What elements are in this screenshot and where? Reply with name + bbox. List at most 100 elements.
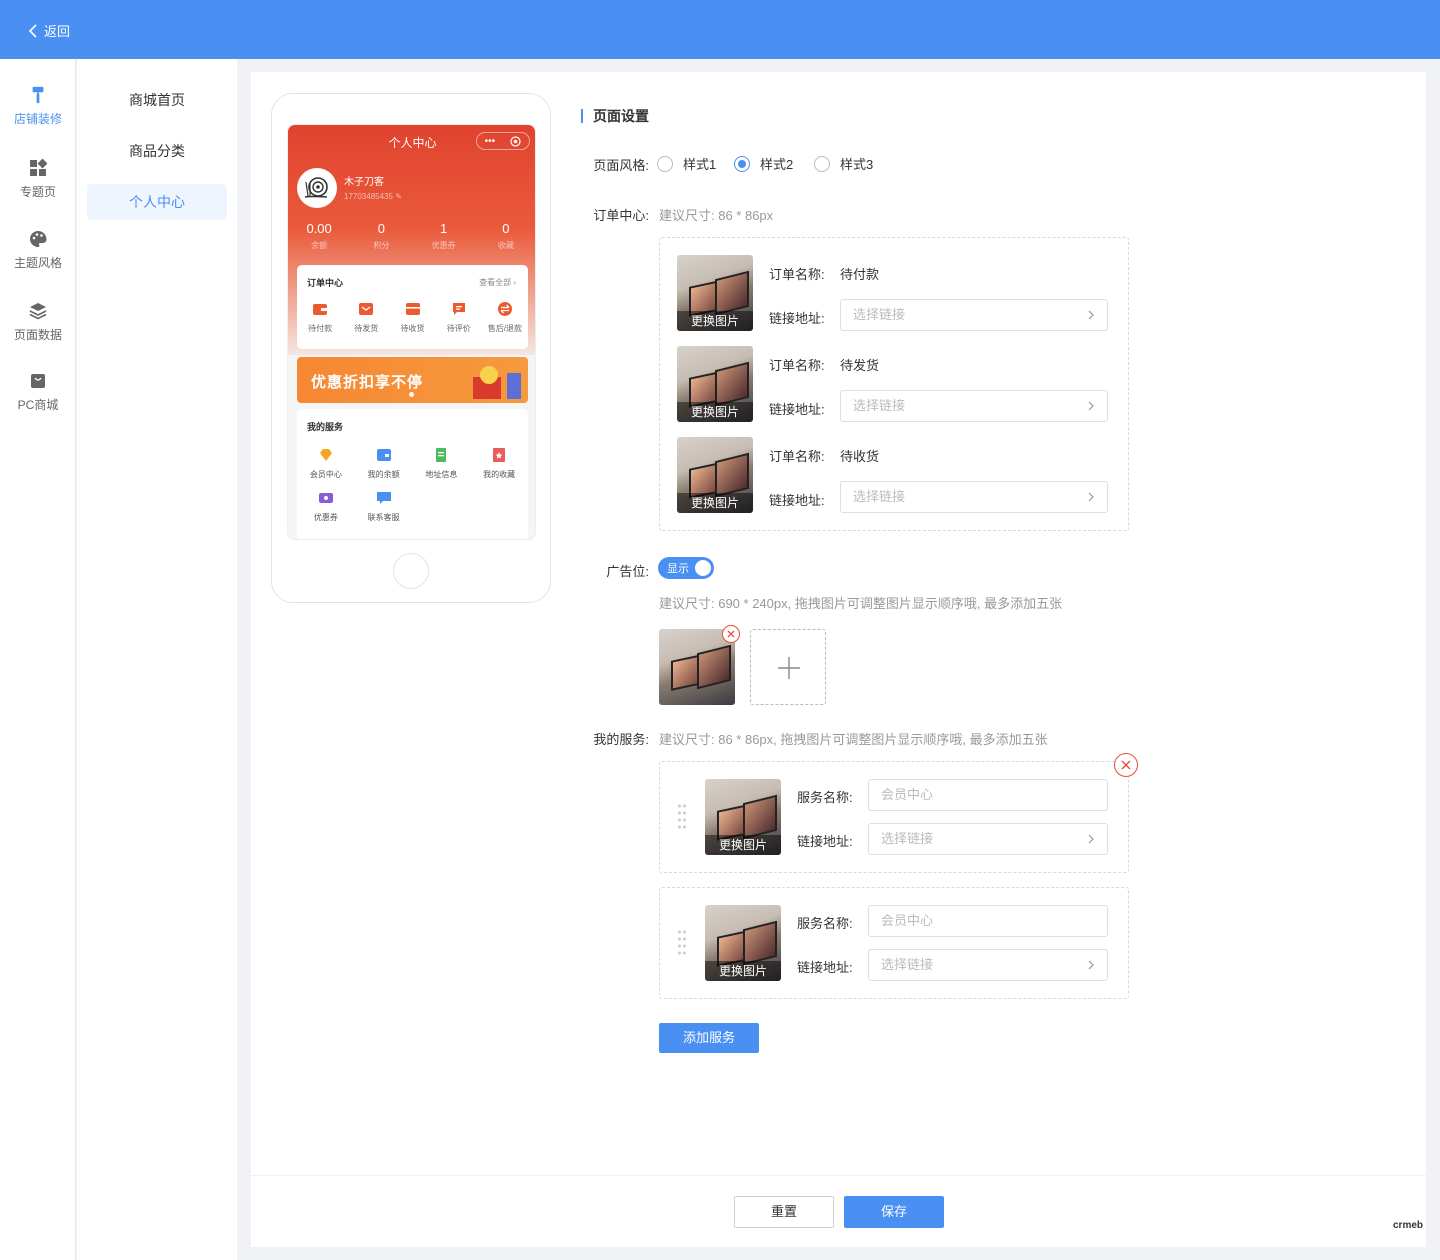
card-icon <box>376 449 391 461</box>
chat-icon <box>376 492 391 504</box>
top-bar: 返回 <box>0 0 1440 59</box>
order-center-hint: 建议尺寸: 86 * 86px <box>659 208 774 223</box>
snail-avatar-icon <box>304 177 328 198</box>
back-label: 返回 <box>44 24 71 39</box>
service-favorites: 我的收藏 <box>470 447 528 480</box>
section-title: 页面设置 <box>581 109 649 123</box>
toggle-knob <box>695 560 711 576</box>
order-image-3: 更换图片 <box>677 437 753 513</box>
order-name-value: 待付款 <box>840 267 880 282</box>
comment-icon <box>452 303 465 315</box>
subnav-item-home[interactable]: 商城首页 <box>87 82 227 118</box>
rail-item-topic[interactable]: 专题页 <box>0 159 76 200</box>
change-image-button[interactable]: 更换图片 <box>677 493 753 513</box>
order-name-value: 待收货 <box>840 449 880 464</box>
order-name-label: 订单名称: <box>769 358 825 373</box>
ad-image[interactable] <box>659 629 735 705</box>
service-address: 地址信息 <box>413 447 471 480</box>
subnav-item-category[interactable]: 商品分类 <box>87 133 227 169</box>
document-icon <box>436 448 447 462</box>
link-select-1[interactable]: 选择链接 <box>840 299 1108 331</box>
user-name: 木子刀客 <box>344 177 384 188</box>
ad-slot-label: 广告位: <box>606 564 649 579</box>
back-button[interactable]: 返回 <box>28 21 70 40</box>
stat-favorites: 0 收藏 <box>497 221 514 250</box>
user-phone: 17703485435 ✎ <box>344 192 402 201</box>
main-panel: 个人中心 ••• 木子刀客 17703485435 ✎ 0.00 余额 0 积分 1… <box>251 72 1426 1175</box>
order-name-value: 待发货 <box>840 358 880 373</box>
change-image-button[interactable]: 更换图片 <box>705 961 781 981</box>
order-name-label: 订单名称: <box>769 267 825 282</box>
service-my-balance: 我的余额 <box>355 447 413 480</box>
box-icon <box>359 303 374 315</box>
diamond-icon <box>319 449 332 461</box>
style-radio-3[interactable]: 样式3 <box>814 154 873 173</box>
order-icon-after-sale: 售后/退款 <box>482 301 528 334</box>
link-select-3[interactable]: 选择链接 <box>840 481 1108 513</box>
chevron-right-icon <box>1088 960 1094 970</box>
rail-item-store-decoration[interactable]: 店铺装修 <box>0 86 76 127</box>
style-radio-1[interactable]: 样式1 <box>657 154 716 173</box>
order-card-more: 查看全部 › <box>479 278 516 287</box>
service-name-input-1[interactable]: 会员中心 <box>868 779 1108 811</box>
ticket-icon <box>318 493 333 503</box>
style-radio-2[interactable]: 样式2 <box>734 154 793 173</box>
service-link-select-1[interactable]: 选择链接 <box>868 823 1108 855</box>
radio-circle-checked <box>734 155 750 172</box>
rail-item-theme[interactable]: 主题风格 <box>0 230 76 271</box>
ad-image-delete-button[interactable] <box>722 625 740 643</box>
service-image-1: 更换图片 <box>705 779 781 855</box>
link-label: 链接地址: <box>797 960 853 975</box>
footer-bar: 重置 保存 <box>251 1176 1426 1247</box>
phone-preview: 个人中心 ••• 木子刀客 17703485435 ✎ 0.00 余额 0 积分 1… <box>271 93 551 603</box>
add-service-button[interactable]: 添加服务 <box>659 1023 759 1053</box>
link-select-2[interactable]: 选择链接 <box>840 390 1108 422</box>
service-contact: 联系客服 <box>355 490 413 523</box>
order-icon-pending-ship: 待发货 <box>343 301 389 334</box>
my-services-label: 我的服务: <box>593 732 649 747</box>
service-image-2: 更换图片 <box>705 905 781 981</box>
left-rail: 店铺装修 专题页 主题风格 页面数据 PC商城 <box>0 59 76 1260</box>
ad-display-toggle[interactable]: 显示 <box>658 557 714 579</box>
layers-icon <box>29 303 47 320</box>
link-label: 链接地址: <box>769 311 825 326</box>
add-ad-image-button[interactable] <box>750 629 826 705</box>
order-name-label: 订单名称: <box>769 449 825 464</box>
service-card-title: 我的服务 <box>307 422 344 432</box>
ad-hint: 建议尺寸: 690 * 240px, 拖拽图片可调整图片显示顺序哦, 最多添加五… <box>659 596 1063 611</box>
service-name-input-2[interactable]: 会员中心 <box>868 905 1108 937</box>
drag-handle-icon[interactable] <box>677 803 687 831</box>
order-icon-pending-review: 待评价 <box>436 301 482 334</box>
close-icon <box>1121 760 1131 770</box>
chevron-right-icon <box>1088 310 1094 320</box>
banner-dot <box>409 392 414 397</box>
change-image-button[interactable]: 更换图片 <box>677 402 753 422</box>
service-card: 我的服务 会员中心 我的余额 地址信息 我的收藏 优惠券 联系客服 <box>297 409 528 539</box>
edit-icon: ✎ <box>395 192 402 201</box>
mini-program-capsule: ••• <box>476 132 530 150</box>
order-icons: 待付款 待发货 待收货 待评价 售后/退款 <box>297 301 528 334</box>
service-link-select-2[interactable]: 选择链接 <box>868 949 1108 981</box>
subnav-item-personal-center[interactable]: 个人中心 <box>87 184 227 220</box>
order-image-2: 更换图片 <box>677 346 753 422</box>
save-button[interactable]: 保存 <box>844 1196 944 1228</box>
chevron-right-icon: › <box>513 278 516 287</box>
link-label: 链接地址: <box>797 834 853 849</box>
palette-icon <box>30 231 47 247</box>
grid-icon <box>30 159 47 176</box>
phone-home-button <box>393 553 429 589</box>
drag-handle-icon[interactable] <box>677 929 687 957</box>
stat-points: 0 积分 <box>373 221 390 250</box>
style-label: 页面风格: <box>593 158 649 173</box>
banner-text: 优惠折扣享不停 <box>311 374 424 391</box>
change-image-button[interactable]: 更换图片 <box>677 311 753 331</box>
package-icon <box>405 303 420 315</box>
gift-box-illustration <box>473 366 521 399</box>
change-image-button[interactable]: 更换图片 <box>705 835 781 855</box>
close-icon <box>727 630 735 638</box>
rail-item-page-data[interactable]: 页面数据 <box>0 302 76 343</box>
reset-button[interactable]: 重置 <box>734 1196 834 1228</box>
rail-item-pc-mall[interactable]: PC商城 <box>0 372 76 413</box>
phone-screen: 个人中心 ••• 木子刀客 17703485435 ✎ 0.00 余额 0 积分 1… <box>287 124 536 540</box>
service-delete-button[interactable] <box>1114 753 1138 777</box>
